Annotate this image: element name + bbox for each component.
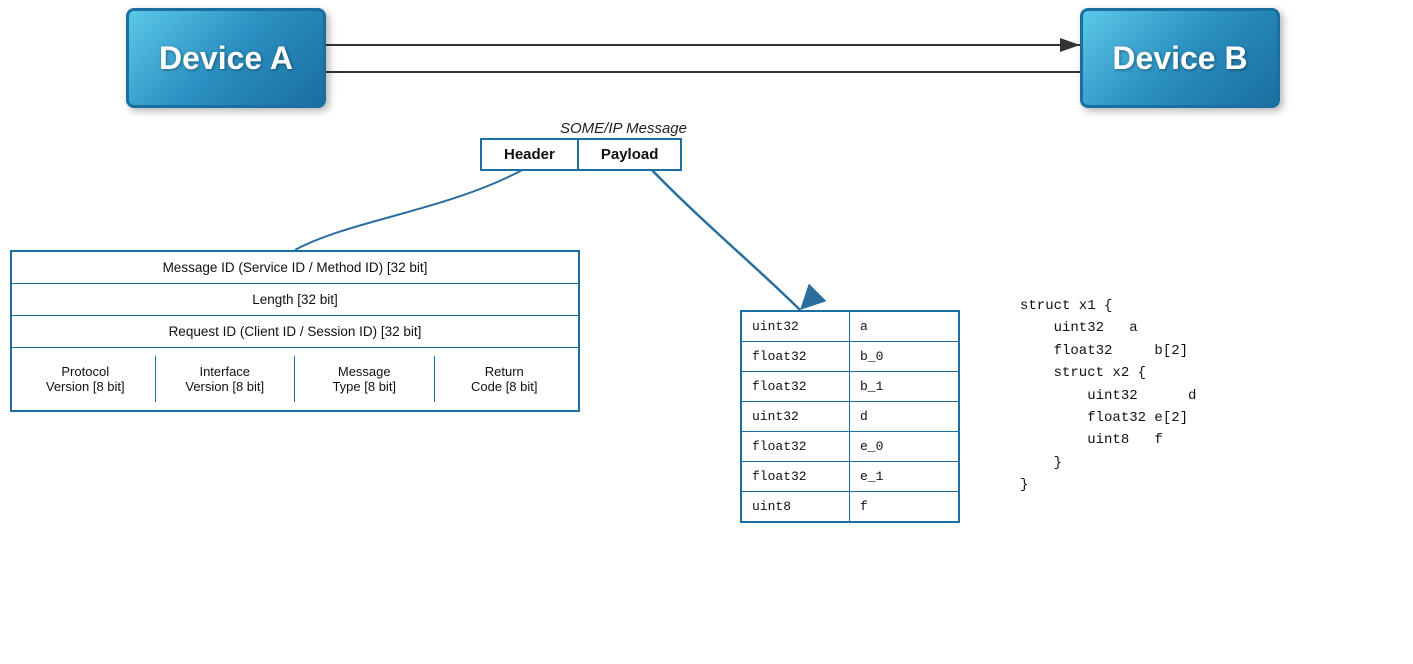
payload-row-6: uint8 f: [742, 492, 958, 521]
return-code-cell: ReturnCode [8 bit]: [435, 356, 575, 402]
device-b-label: Device B: [1112, 40, 1247, 77]
header-row-1: Message ID (Service ID / Method ID) [32 …: [12, 252, 578, 284]
header-detail-box: Message ID (Service ID / Method ID) [32 …: [10, 250, 580, 412]
payload-row-4: float32 e_0: [742, 432, 958, 462]
header-row-2: Length [32 bit]: [12, 284, 578, 316]
header-row-4: ProtocolVersion [8 bit] InterfaceVersion…: [12, 348, 578, 410]
message-box: Header Payload: [480, 138, 682, 171]
payload-row-5: float32 e_1: [742, 462, 958, 492]
device-a: Device A: [126, 8, 326, 108]
header-row-3: Request ID (Client ID / Session ID) [32 …: [12, 316, 578, 348]
device-a-label: Device A: [159, 40, 293, 77]
message-type-cell: MessageType [8 bit]: [295, 356, 435, 402]
payload-detail-box: uint32 a float32 b_0 float32 b_1 uint32 …: [740, 310, 960, 523]
payload-row-2: float32 b_1: [742, 372, 958, 402]
payload-row-0: uint32 a: [742, 312, 958, 342]
payload-row-3: uint32 d: [742, 402, 958, 432]
struct-code-block: struct x1 { uint32 a float32 b[2] struct…: [1020, 295, 1196, 497]
interface-version-cell: InterfaceVersion [8 bit]: [156, 356, 296, 402]
device-b: Device B: [1080, 8, 1280, 108]
payload-row-1: float32 b_0: [742, 342, 958, 372]
payload-cell-label: Payload: [579, 140, 681, 169]
someip-label: SOME/IP Message: [560, 120, 687, 137]
protocol-version-cell: ProtocolVersion [8 bit]: [16, 356, 156, 402]
header-cell-label: Header: [482, 140, 579, 169]
